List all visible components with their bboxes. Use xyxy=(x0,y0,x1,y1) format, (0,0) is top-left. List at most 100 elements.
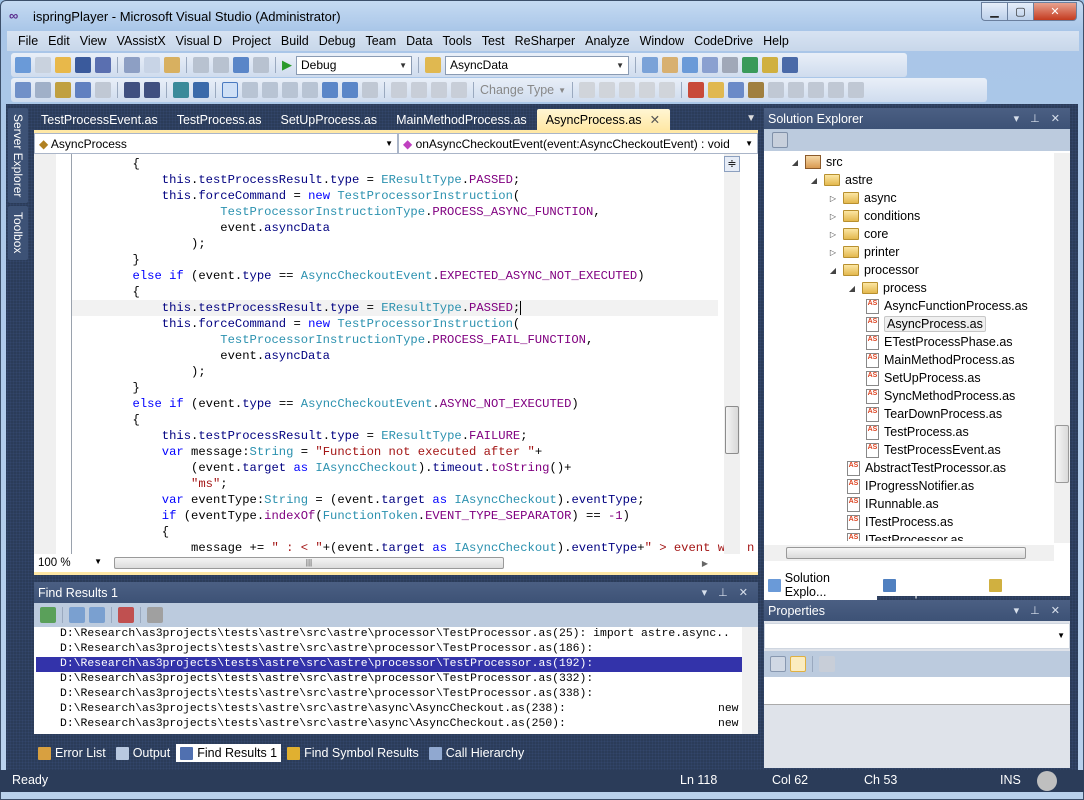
tab-testprocessevent-as[interactable]: TestProcessEvent.as xyxy=(32,110,168,130)
tree-node[interactable]: AS AbstractTestProcessor.as xyxy=(847,459,1006,477)
menu-project[interactable]: Project xyxy=(227,34,276,48)
command-window-icon[interactable] xyxy=(782,57,798,73)
tab-setupprocess-as[interactable]: SetUpProcess.as xyxy=(271,110,387,130)
menu-edit[interactable]: Edit xyxy=(43,34,75,48)
tab-asyncprocess-as[interactable]: AsyncProcess.as ✕ xyxy=(536,109,671,130)
tab-testprocess-as[interactable]: TestProcess.as xyxy=(168,110,272,130)
tab-class-view[interactable]: Class View xyxy=(985,569,1070,601)
alphabetical-icon[interactable] xyxy=(790,656,806,672)
tree-node[interactable]: ▷ conditions xyxy=(828,207,920,225)
zoom-combo[interactable]: 100 % ▼ xyxy=(34,557,106,569)
tree-node[interactable]: AS AsyncProcess.as xyxy=(866,315,986,333)
server-explorer-tab[interactable]: Server Explorer xyxy=(8,108,28,204)
properties-grid[interactable] xyxy=(764,677,1070,705)
categorized-icon[interactable] xyxy=(770,656,786,672)
save-icon[interactable] xyxy=(75,57,91,73)
find-result-row[interactable]: D:\Research\as3projects\tests\astre\src\… xyxy=(36,672,758,687)
scroll-thumb[interactable] xyxy=(725,406,739,454)
expand-icon[interactable]: ▷ xyxy=(828,230,838,239)
tree-node[interactable]: AS TestProcess.as xyxy=(866,423,969,441)
menu-resharper[interactable]: ReSharper xyxy=(510,34,580,48)
next-bookmark-doc-icon[interactable] xyxy=(342,82,358,98)
list-members-icon[interactable] xyxy=(15,82,31,98)
tree-node[interactable]: AS ITestProcessor.as xyxy=(847,531,964,541)
menu-test[interactable]: Test xyxy=(477,34,510,48)
find-icon[interactable] xyxy=(642,57,658,73)
expand-icon[interactable]: ▷ xyxy=(828,248,838,257)
binoculars-icon[interactable] xyxy=(748,82,765,98)
tree-node[interactable]: ◢ processor xyxy=(828,261,919,279)
scroll-right-icon[interactable]: ▶ xyxy=(702,559,708,568)
grid-icon[interactable] xyxy=(411,82,427,98)
task-list-icon[interactable] xyxy=(688,82,705,98)
results-icon[interactable] xyxy=(451,82,467,98)
close-button[interactable]: ✕ xyxy=(1033,2,1077,21)
menu-data[interactable]: Data xyxy=(401,34,437,48)
find-result-row[interactable]: D:\Research\as3projects\tests\astre\src\… xyxy=(36,627,758,642)
scroll-thumb[interactable] xyxy=(1055,425,1069,483)
tree-node[interactable]: AS SetUpProcess.as xyxy=(866,369,981,387)
panel-controls[interactable]: ▾ ⊥ ✕ xyxy=(1014,112,1064,125)
tab-solution-explorer[interactable]: Solution Explo... xyxy=(764,569,878,601)
find-combo[interactable]: AsyncData ▼ xyxy=(445,55,629,75)
find-result-row[interactable]: D:\Research\as3projects\tests\astre\src\… xyxy=(36,717,758,732)
format-icon[interactable] xyxy=(808,82,825,98)
panel-controls[interactable]: ▾ ⊥ ✕ xyxy=(1014,604,1064,617)
paste-special-icon[interactable] xyxy=(848,82,865,98)
properties-icon[interactable] xyxy=(662,57,678,73)
menu-view[interactable]: View xyxy=(75,34,112,48)
redo-icon[interactable] xyxy=(213,57,229,73)
expand-icon[interactable]: ▷ xyxy=(828,212,838,221)
tree-node[interactable]: AS TestProcessEvent.as xyxy=(866,441,1001,459)
properties-object-combo[interactable]: ▼ xyxy=(764,623,1070,649)
solution-horizontal-scrollbar[interactable] xyxy=(764,545,1054,561)
prev-bookmark-doc-icon[interactable] xyxy=(322,82,338,98)
redo-close-icon[interactable] xyxy=(788,82,805,98)
menu-visual-d[interactable]: Visual D xyxy=(171,34,227,48)
tree-node[interactable]: AS MainMethodProcess.as xyxy=(866,351,1015,369)
tree-node[interactable]: ▷ printer xyxy=(828,243,900,261)
class-view-icon[interactable] xyxy=(702,57,718,73)
code-text[interactable]: { this.testProcessResult.type = EResultT… xyxy=(72,156,754,554)
tree-node[interactable]: ▷ async xyxy=(828,189,897,207)
tree-node[interactable]: AS SyncMethodProcess.as xyxy=(866,387,1015,405)
tab-mainmethodprocess-as[interactable]: MainMethodProcess.as xyxy=(387,110,537,130)
prev-bookmark-folder-icon[interactable] xyxy=(282,82,298,98)
tree-node[interactable]: AS TearDownProcess.as xyxy=(866,405,1002,423)
sql-icon[interactable] xyxy=(431,82,447,98)
minimize-button[interactable]: ▁ xyxy=(981,2,1007,21)
clear-all-icon[interactable] xyxy=(118,607,134,623)
navigate-backward-icon[interactable] xyxy=(233,57,249,73)
tree-node[interactable]: AS ITestProcess.as xyxy=(847,513,953,531)
tab-overflow-icon[interactable]: ▼ xyxy=(742,113,760,130)
next-location-icon[interactable] xyxy=(89,607,105,623)
decrease-indent-icon[interactable] xyxy=(124,82,140,98)
close-tab-icon[interactable]: ✕ xyxy=(650,113,660,127)
expand-icon[interactable]: ▷ xyxy=(828,194,838,203)
editor-vertical-scrollbar[interactable]: ≑ xyxy=(724,154,740,554)
tree-node[interactable]: AS IRunnable.as xyxy=(847,495,939,513)
exclamation-icon[interactable] xyxy=(579,82,596,98)
collapse-icon[interactable]: ◢ xyxy=(847,284,857,293)
cut-icon[interactable] xyxy=(124,57,140,73)
editor-horizontal-scrollbar[interactable]: ||| xyxy=(114,557,504,569)
find-result-row[interactable]: D:\Research\as3projects\tests\astre\src\… xyxy=(36,657,742,672)
tab-output[interactable]: Output xyxy=(112,744,175,762)
previous-location-icon[interactable] xyxy=(69,607,85,623)
panel-controls[interactable]: ▾ ⊥ ✕ xyxy=(702,586,752,599)
sql-verify-icon[interactable] xyxy=(599,82,616,98)
split-window-icon[interactable]: ≑ xyxy=(724,156,740,172)
show-table-icon[interactable] xyxy=(659,82,676,98)
table-designer-icon[interactable] xyxy=(391,82,407,98)
solution-config-combo[interactable]: Debug ▼ xyxy=(296,55,412,75)
tools-icon[interactable] xyxy=(722,57,738,73)
find-result-row[interactable]: D:\Research\as3projects\tests\astre\src\… xyxy=(36,642,758,657)
tree-node[interactable]: ▷ core xyxy=(828,225,888,243)
start-debug-icon[interactable]: ▶ xyxy=(282,57,292,73)
class-combo[interactable]: ◆ AsyncProcess ▼ xyxy=(34,133,398,154)
menu-codedrive[interactable]: CodeDrive xyxy=(689,34,758,48)
tab-find-symbol-results[interactable]: Find Symbol Results xyxy=(283,744,423,762)
find-result-row[interactable]: D:\Research\as3projects\tests\astre\src\… xyxy=(36,702,758,717)
menu-debug[interactable]: Debug xyxy=(314,34,361,48)
columns-icon[interactable] xyxy=(619,82,636,98)
